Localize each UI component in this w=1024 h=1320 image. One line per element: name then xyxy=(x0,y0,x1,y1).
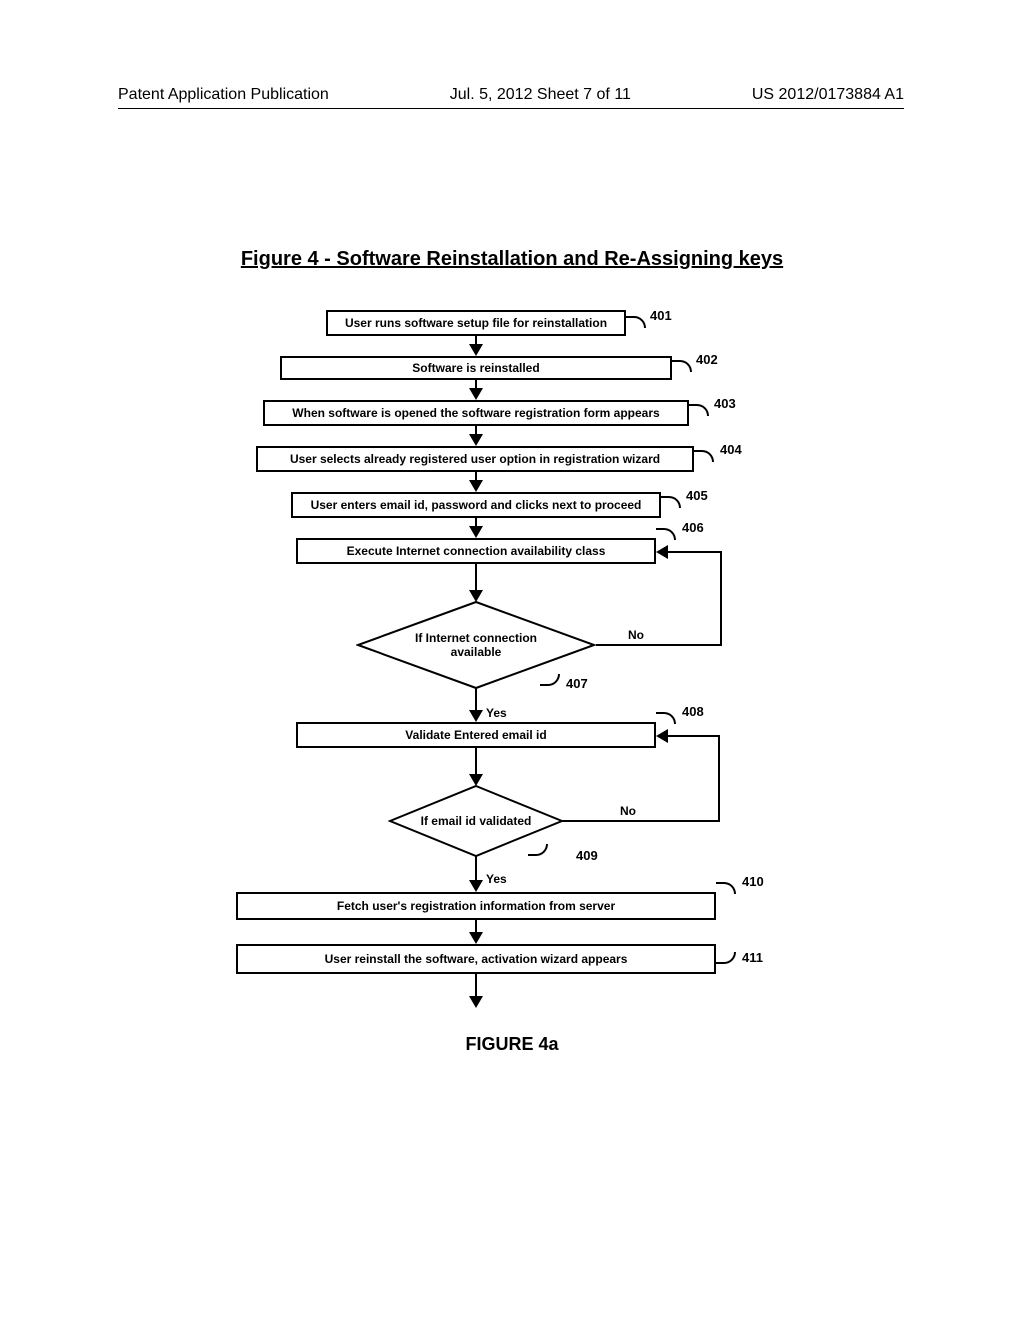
arrow-410-411 xyxy=(469,932,483,944)
step-411: User reinstall the software, activation … xyxy=(236,944,716,974)
arrow-409-410 xyxy=(469,880,483,892)
callout-curve-406 xyxy=(656,528,676,540)
arrow-407-no xyxy=(656,545,668,559)
callout-401: 401 xyxy=(650,308,672,323)
arrow-409-no xyxy=(656,729,668,743)
flowchart: User runs software setup file for reinst… xyxy=(0,300,1024,1140)
callout-402: 402 xyxy=(696,352,718,367)
callout-curve-405 xyxy=(661,496,681,508)
conn-411-out xyxy=(475,974,477,998)
patent-page: Patent Application Publication Jul. 5, 2… xyxy=(0,0,1024,1320)
callout-405: 405 xyxy=(686,488,708,503)
step-401: User runs software setup file for reinst… xyxy=(326,310,626,336)
header-left: Patent Application Publication xyxy=(118,86,329,104)
decision-409-text: If email id validated xyxy=(421,814,532,828)
callout-curve-404 xyxy=(694,450,714,462)
step-411-text: User reinstall the software, activation … xyxy=(325,952,628,966)
callout-410: 410 xyxy=(742,874,764,889)
arrow-404-405 xyxy=(469,480,483,492)
callout-404: 404 xyxy=(720,442,742,457)
callout-curve-408 xyxy=(656,712,676,724)
step-410-text: Fetch user's registration information fr… xyxy=(337,899,615,913)
arrow-407-408 xyxy=(469,710,483,722)
header-right: US 2012/0173884 A1 xyxy=(752,86,904,104)
step-408-text: Validate Entered email id xyxy=(405,728,546,742)
callout-curve-401 xyxy=(626,316,646,328)
header-rule xyxy=(118,108,904,109)
conn-407-no-h xyxy=(596,644,722,646)
conn-409-410 xyxy=(475,856,477,882)
header-center: Jul. 5, 2012 Sheet 7 of 11 xyxy=(450,86,631,104)
decision-407-text: If Internet connection available xyxy=(406,631,546,660)
step-401-text: User runs software setup file for reinst… xyxy=(345,316,607,330)
callout-curve-402 xyxy=(672,360,692,372)
step-403-text: When software is opened the software reg… xyxy=(292,406,659,420)
callout-409: 409 xyxy=(576,848,598,863)
figure-caption: FIGURE 4a xyxy=(0,1034,1024,1055)
label-409-yes: Yes xyxy=(486,872,507,886)
callout-403: 403 xyxy=(714,396,736,411)
step-402-text: Software is reinstalled xyxy=(412,361,539,375)
label-407-no: No xyxy=(628,628,644,642)
conn-409-no-h xyxy=(562,820,720,822)
step-406: Execute Internet connection availability… xyxy=(296,538,656,564)
step-402: Software is reinstalled xyxy=(280,356,672,380)
step-404-text: User selects already registered user opt… xyxy=(290,452,660,466)
callout-curve-410 xyxy=(716,882,736,894)
callout-curve-403 xyxy=(689,404,709,416)
callout-curve-411 xyxy=(716,952,736,964)
step-405: User enters email id, password and click… xyxy=(291,492,661,518)
arrow-403-404 xyxy=(469,434,483,446)
callout-407: 407 xyxy=(566,676,588,691)
step-408: Validate Entered email id xyxy=(296,722,656,748)
callout-411: 411 xyxy=(742,950,763,965)
figure-title: Figure 4 - Software Reinstallation and R… xyxy=(0,248,1024,271)
conn-407-no-h2 xyxy=(666,551,722,553)
decision-409: If email id validated xyxy=(418,800,534,842)
conn-409-no-v xyxy=(718,735,720,822)
step-403: When software is opened the software reg… xyxy=(263,400,689,426)
arrow-405-406 xyxy=(469,526,483,538)
conn-407-408 xyxy=(475,688,477,712)
step-406-text: Execute Internet connection availability… xyxy=(347,544,606,558)
callout-408: 408 xyxy=(682,704,704,719)
step-405-text: User enters email id, password and click… xyxy=(311,498,642,512)
decision-407: If Internet connection available xyxy=(406,618,546,672)
label-407-yes: Yes xyxy=(486,706,507,720)
callout-406: 406 xyxy=(682,520,704,535)
page-header: Patent Application Publication Jul. 5, 2… xyxy=(118,86,904,104)
label-409-no: No xyxy=(620,804,636,818)
conn-407-no-v xyxy=(720,551,722,646)
step-404: User selects already registered user opt… xyxy=(256,446,694,472)
conn-408-409 xyxy=(475,748,477,776)
arrow-401-402 xyxy=(469,344,483,356)
conn-406-407 xyxy=(475,564,477,592)
arrow-411-out xyxy=(469,996,483,1008)
step-410: Fetch user's registration information fr… xyxy=(236,892,716,920)
conn-409-no-h2 xyxy=(666,735,720,737)
arrow-402-403 xyxy=(469,388,483,400)
